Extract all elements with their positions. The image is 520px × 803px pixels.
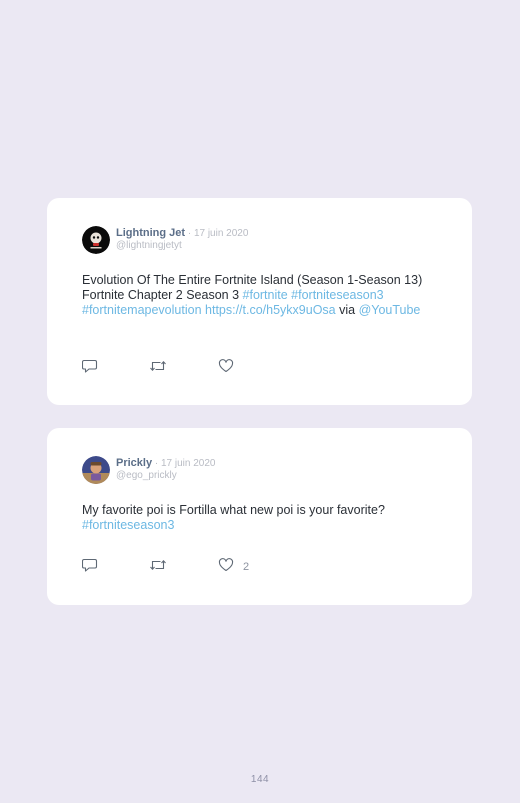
- like-button[interactable]: 2: [218, 557, 250, 577]
- hashtag-link[interactable]: #fortniteseason3: [82, 518, 174, 532]
- like-button[interactable]: [218, 358, 243, 378]
- tweet-meta: Lightning Jet · 17 juin 2020 @lightningj…: [116, 227, 248, 252]
- tweet-meta: Prickly · 17 juin 2020 @ego_prickly: [116, 457, 215, 482]
- heart-icon: [218, 358, 234, 378]
- reply-icon: [81, 359, 98, 378]
- mention-link[interactable]: @YouTube: [359, 303, 421, 317]
- tweet-text: Evolution Of The Entire Fortnite Island …: [82, 273, 442, 318]
- hashtag-link[interactable]: #fortniteseason3: [291, 288, 383, 302]
- tweet-actions: [81, 358, 382, 378]
- display-name[interactable]: Prickly: [116, 457, 152, 469]
- tweet-text: My favorite poi is Fortilla what new poi…: [82, 503, 442, 533]
- reply-icon: [81, 558, 98, 577]
- avatar[interactable]: [82, 226, 110, 254]
- page-number: 144: [250, 774, 270, 785]
- tweet-text-segment: My favorite poi is Fortilla what new poi…: [82, 503, 385, 517]
- avatar[interactable]: [82, 456, 110, 484]
- display-name[interactable]: Lightning Jet: [116, 227, 185, 239]
- retweet-button[interactable]: [149, 360, 167, 376]
- url-link[interactable]: https://t.co/h5ykx9uOsa: [205, 303, 336, 317]
- reply-button[interactable]: [81, 558, 98, 577]
- tweet-date[interactable]: 17 juin 2020: [161, 458, 216, 469]
- retweet-icon: [149, 558, 167, 577]
- retweet-icon: [149, 359, 167, 378]
- like-count: 2: [243, 561, 250, 573]
- tweet-card[interactable]: Prickly · 17 juin 2020 @ego_prickly My f…: [47, 428, 472, 605]
- reply-button[interactable]: [81, 359, 98, 378]
- tweet-actions: 2: [81, 557, 382, 577]
- tweet-card[interactable]: Lightning Jet · 17 juin 2020 @lightningj…: [47, 198, 472, 405]
- user-handle[interactable]: @ego_prickly: [116, 470, 215, 482]
- hashtag-link[interactable]: #fortnitemapevolution: [82, 303, 202, 317]
- separator: ·: [185, 228, 194, 239]
- hashtag-link[interactable]: #fortnite: [243, 288, 288, 302]
- user-handle[interactable]: @lightningjetyt: [116, 240, 248, 252]
- heart-icon: [218, 557, 234, 577]
- retweet-button[interactable]: [149, 559, 167, 575]
- separator: ·: [152, 458, 161, 469]
- tweet-date[interactable]: 17 juin 2020: [194, 228, 249, 239]
- tweet-text-segment: via: [335, 303, 359, 317]
